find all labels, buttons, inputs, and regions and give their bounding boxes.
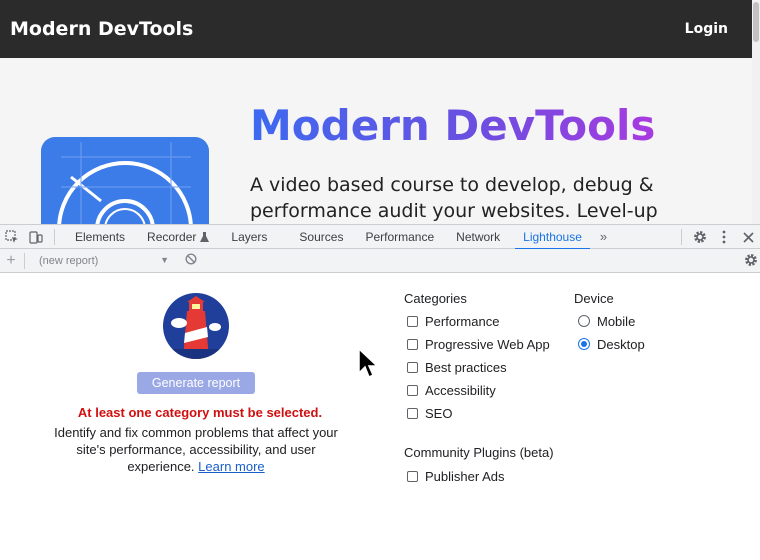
lighthouse-logo-icon [163,293,229,359]
login-link[interactable]: Login [685,21,728,37]
plugins-title: Community Plugins (beta) [404,445,554,460]
more-tabs-button[interactable]: » [600,225,607,249]
hero-title: Modern DevTools [250,101,656,150]
hero-chrome-image [41,137,209,224]
caret-down-icon: ▼ [160,254,169,265]
category-warning: At least one category must be selected. [77,405,323,420]
category-best-practices-label: Best practices [425,359,507,375]
inspect-element-icon[interactable] [0,225,24,249]
category-performance[interactable]: Performance [407,312,499,330]
device-desktop-label: Desktop [597,336,645,352]
kebab-menu-icon[interactable] [712,225,736,249]
page-scrollbar-thumb[interactable] [753,2,759,42]
report-select[interactable]: (new report) ▼ [39,255,169,267]
site-hero: Modern DevTools A video based course to … [0,58,752,224]
tab-recorder-label: Recorder [147,229,197,244]
category-pwa-checkbox[interactable] [407,338,418,350]
tab-layers[interactable]: Layers [231,225,267,249]
category-seo-label: SEO [425,405,453,421]
lighthouse-toolbar: + (new report) ▼ [0,249,760,273]
clear-report-icon[interactable] [185,252,197,270]
category-best-practices[interactable]: Best practices [407,358,507,376]
page-scrollbar[interactable] [752,0,760,224]
toolbar-divider [24,252,25,269]
category-performance-label: Performance [425,313,500,329]
devtools-tabbar: Elements Recorder Layers Sources Perform… [0,224,760,251]
description-text: Identify and fix common problems that af… [54,425,338,474]
tab-recorder[interactable]: Recorder [147,225,210,251]
site-brand[interactable]: Modern DevTools [10,18,193,40]
tab-elements[interactable]: Elements [75,225,125,249]
category-accessibility-label: Accessibility [425,382,496,398]
device-desktop[interactable]: Desktop [578,335,645,353]
lighthouse-description: Identify and fix common problems that af… [46,424,346,475]
category-accessibility-checkbox[interactable] [407,384,418,396]
plugin-publisher-ads[interactable]: Publisher Ads [407,467,505,485]
tab-performance[interactable]: Performance [365,225,434,249]
device-desktop-radio[interactable] [578,338,590,350]
device-mobile-radio[interactable] [578,315,590,327]
category-seo[interactable]: SEO [407,404,452,422]
category-seo-checkbox[interactable] [407,407,418,419]
category-pwa[interactable]: Progressive Web App [407,335,550,353]
tabbar-divider [54,228,55,245]
device-title: Device [574,291,614,306]
lighthouse-settings-gear-icon[interactable] [744,253,758,272]
learn-more-link[interactable]: Learn more [198,459,264,474]
category-best-practices-checkbox[interactable] [407,361,418,373]
tabbar-divider-right [681,229,682,245]
report-select-value: (new report) [39,254,99,267]
hero-subtitle: A video based course to develop, debug &… [250,174,658,222]
category-performance-checkbox[interactable] [407,315,418,327]
tab-lighthouse[interactable]: Lighthouse [515,225,590,250]
mouse-pointer-icon [358,347,380,380]
close-icon[interactable] [736,225,760,249]
lighthouse-start-view: Generate report At least one category mu… [0,273,760,560]
categories-title: Categories [404,291,467,306]
add-report-icon[interactable]: + [0,252,22,270]
plugin-publisher-ads-label: Publisher Ads [425,468,505,484]
category-accessibility[interactable]: Accessibility [407,381,496,399]
device-toolbar-icon[interactable] [24,225,48,249]
category-pwa-label: Progressive Web App [425,336,550,352]
flask-icon [200,227,210,251]
tab-sources[interactable]: Sources [299,225,343,249]
device-mobile-label: Mobile [597,313,636,329]
devtools-right-controls [675,225,760,249]
generate-report-button[interactable]: Generate report [137,372,255,394]
site-header: Modern DevTools Login [0,0,752,58]
tab-network[interactable]: Network [456,225,500,249]
device-mobile[interactable]: Mobile [578,312,635,330]
settings-gear-icon[interactable] [688,225,712,249]
plugin-publisher-ads-checkbox[interactable] [407,470,418,482]
